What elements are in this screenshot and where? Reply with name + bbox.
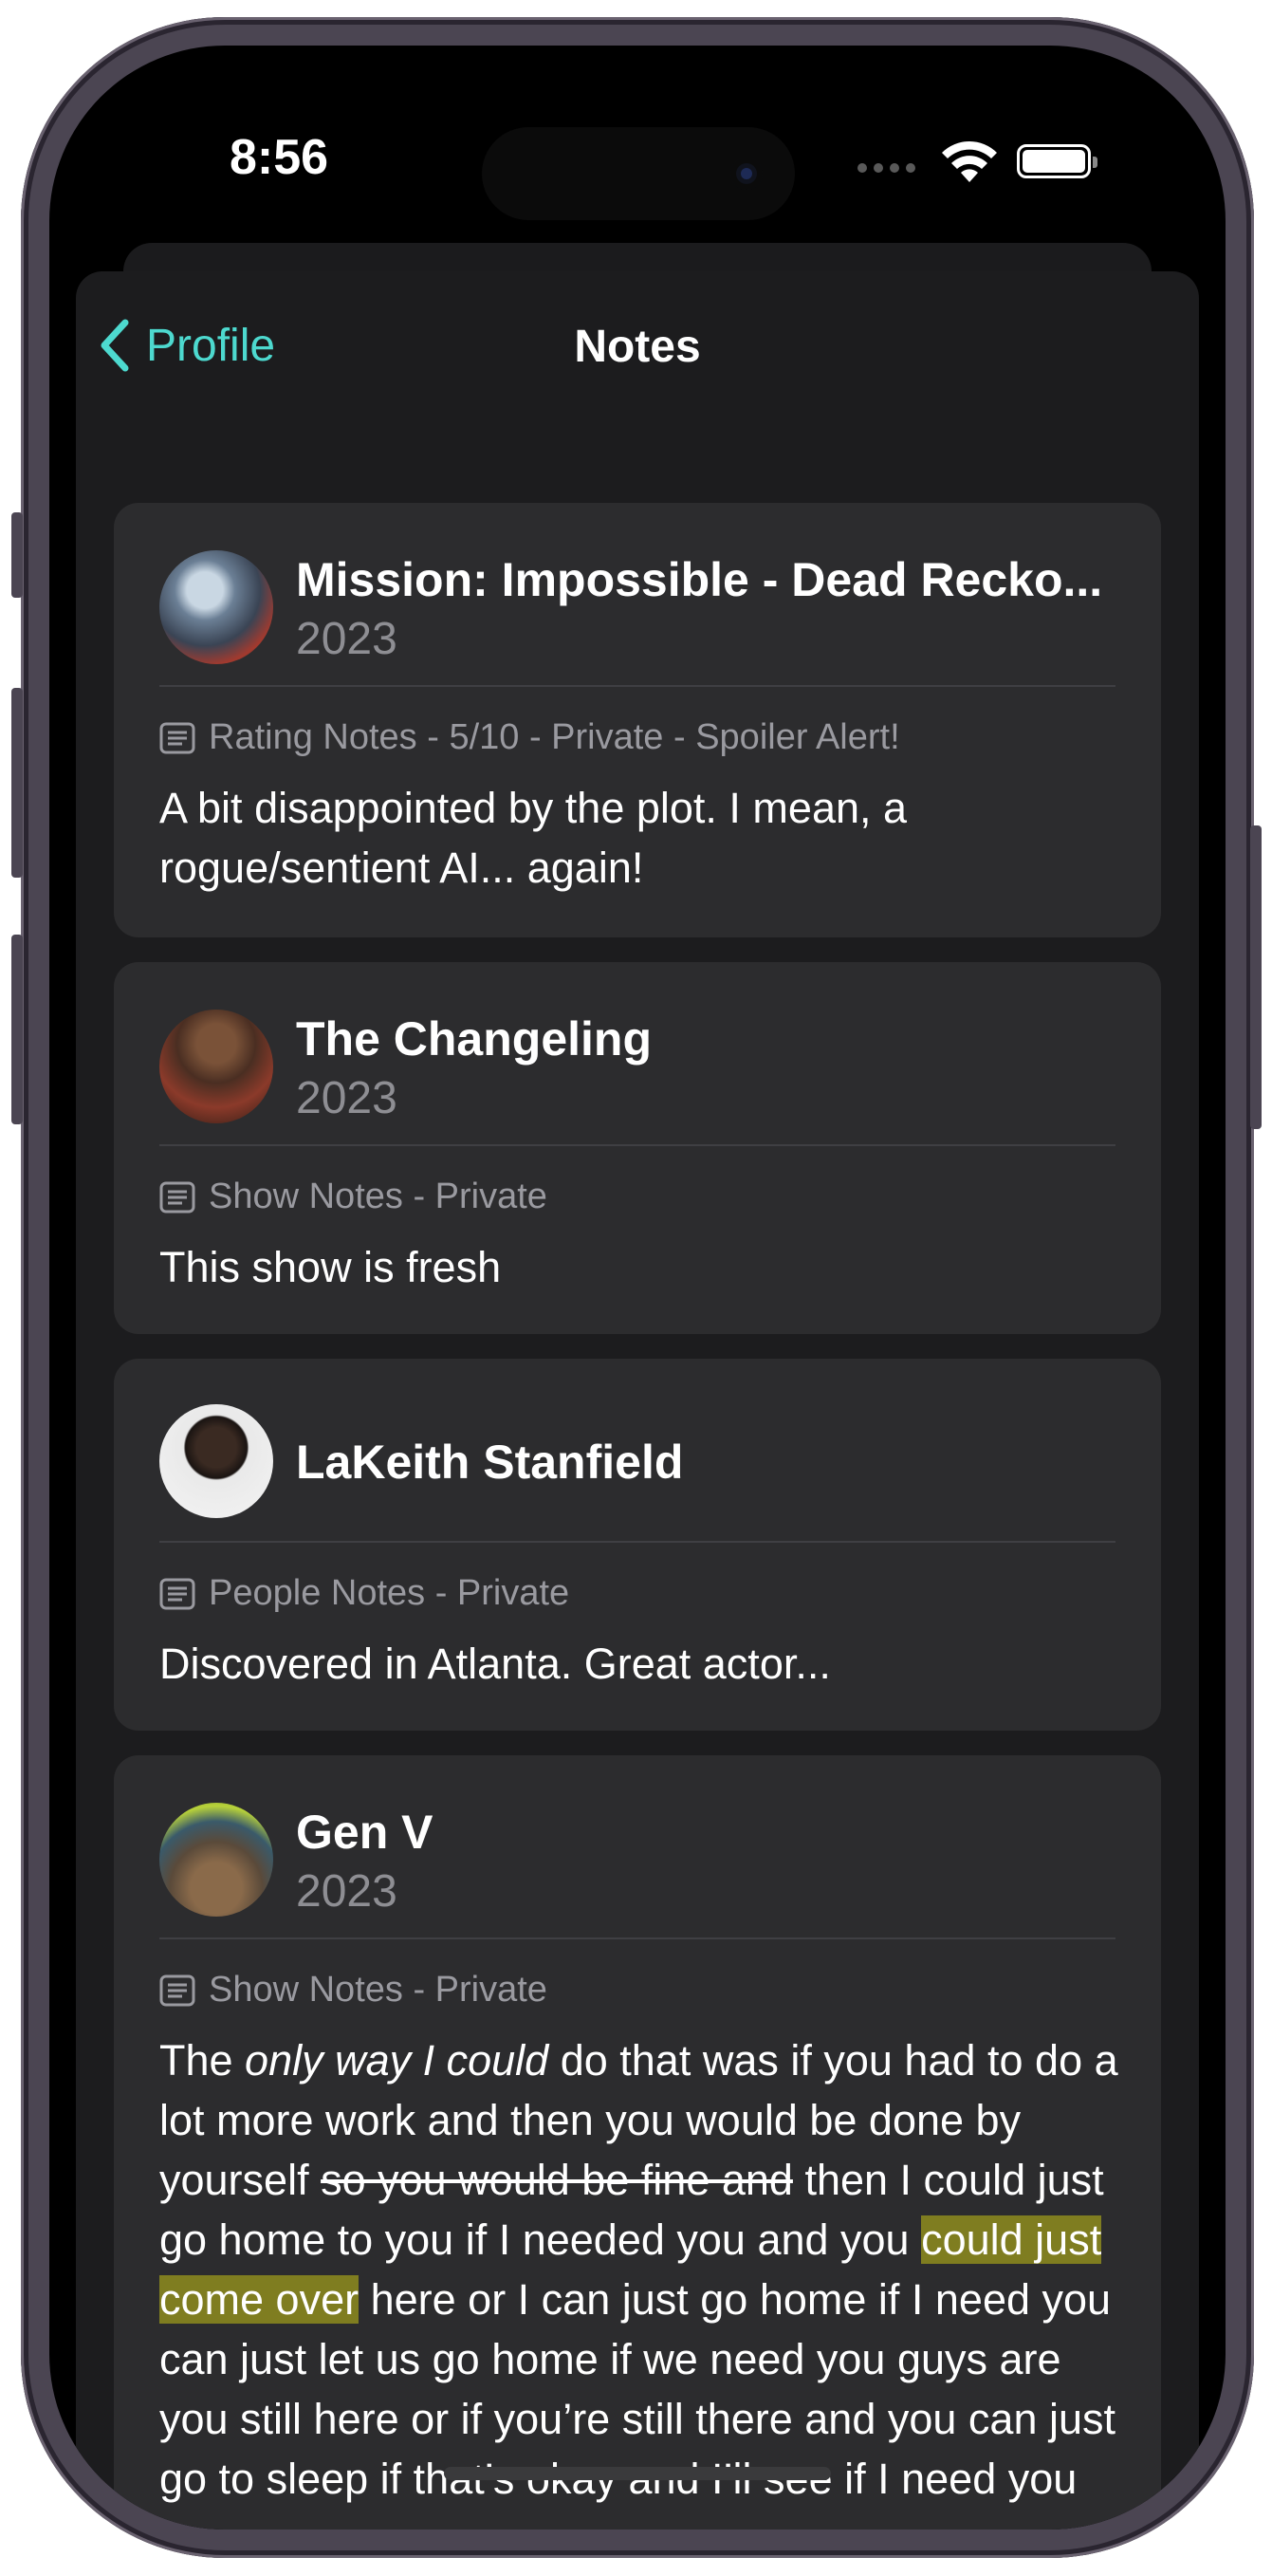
note-meta-label: Show Notes - Private — [209, 1177, 547, 1216]
note-meta: Rating Notes - 5/10 - Private - Spoiler … — [159, 717, 900, 758]
notes-sheet: Profile Notes Mission: Impossible - Dead… — [76, 271, 1199, 2530]
note-text: The only way I could do that was if you … — [159, 2030, 1123, 2530]
note-title: The Changeling — [296, 1012, 652, 1066]
divider — [159, 1144, 1115, 1146]
note-card[interactable]: Mission: Impossible - Dead Recko... 2023… — [114, 503, 1161, 937]
battery-icon — [1017, 144, 1097, 178]
poster-thumbnail — [159, 550, 273, 664]
cellular-dots-icon — [857, 163, 915, 173]
screen: 8:56 Profile Notes Mission: Impossible -… — [49, 46, 1226, 2530]
poster-thumbnail — [159, 1803, 273, 1917]
note-icon — [159, 722, 195, 753]
status-bar: 8:56 — [49, 46, 1226, 235]
note-year: 2023 — [296, 614, 397, 664]
note-text: A bit disappointed by the plot. I mean, … — [159, 778, 1123, 898]
front-camera — [730, 158, 763, 190]
note-meta-label: Rating Notes - 5/10 - Private - Spoiler … — [209, 717, 900, 757]
note-card[interactable]: Gen V 2023 Show Notes - Private The only… — [114, 1755, 1161, 2530]
note-text-line-spoiler: rogue/sentient AI... again! — [159, 843, 644, 892]
note-title: Gen V — [296, 1806, 433, 1859]
note-meta-label: Show Notes - Private — [209, 1970, 547, 2010]
divider — [159, 685, 1115, 687]
note-icon — [159, 1181, 195, 1213]
volume-down-button — [11, 935, 23, 1124]
note-meta: Show Notes - Private — [159, 1970, 547, 2011]
home-indicator[interactable] — [444, 2467, 831, 2480]
note-card[interactable]: The Changeling 2023 Show Notes - Private… — [114, 962, 1161, 1334]
note-year: 2023 — [296, 1866, 397, 1917]
power-button — [1250, 825, 1262, 1129]
navigation-bar: Profile Notes — [76, 271, 1199, 433]
wifi-icon — [942, 140, 997, 182]
note-text-line: A bit disappointed by the plot. I mean, … — [159, 784, 908, 832]
volume-up-button — [11, 688, 23, 878]
note-text-italic: only way I could — [245, 2036, 549, 2085]
note-text-segment: The — [159, 2036, 246, 2085]
note-meta: Show Notes - Private — [159, 1177, 547, 1217]
note-year: 2023 — [296, 1073, 397, 1123]
note-icon — [159, 1974, 195, 2006]
note-text: This show is fresh — [159, 1243, 502, 1291]
page-title: Notes — [574, 322, 701, 372]
note-text: Discovered in Atlanta. Great actor... — [159, 1640, 831, 1688]
note-meta-label: People Notes - Private — [209, 1573, 570, 1613]
status-time: 8:56 — [230, 130, 329, 185]
action-button — [11, 512, 23, 598]
note-icon — [159, 1578, 195, 1609]
poster-thumbnail — [159, 1010, 273, 1123]
divider — [159, 1541, 1115, 1543]
note-text-strikethrough: so you would be fine and — [321, 2156, 793, 2204]
note-meta: People Notes - Private — [159, 1573, 569, 1614]
note-title: Mission: Impossible - Dead Recko... — [296, 553, 1103, 606]
note-card[interactable]: LaKeith Stanfield People Notes - Private… — [114, 1359, 1161, 1731]
note-title: LaKeith Stanfield — [296, 1436, 684, 1489]
divider — [159, 1937, 1115, 1939]
person-avatar — [159, 1404, 273, 1518]
